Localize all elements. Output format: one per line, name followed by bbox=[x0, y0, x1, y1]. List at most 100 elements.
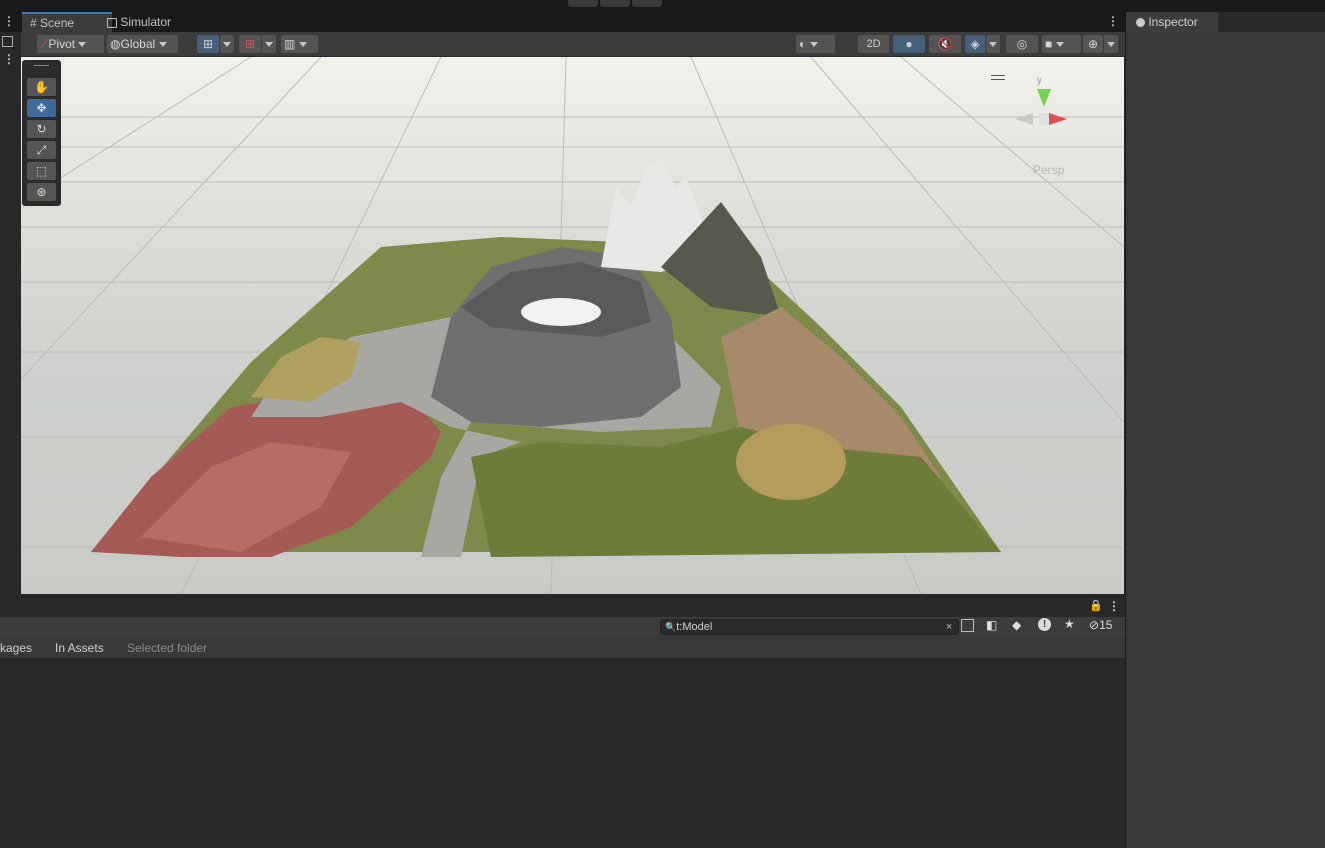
snap-icon: ⊞ bbox=[244, 37, 256, 51]
rect-transform-icon: ⬚ bbox=[35, 164, 48, 178]
search-icon: 🔍 bbox=[665, 622, 677, 632]
info-icon bbox=[1136, 18, 1145, 28]
pivot-label: Pivot bbox=[48, 37, 76, 51]
orientation-gizmo[interactable]: y Persp bbox=[991, 75, 1071, 177]
chevron-down-icon bbox=[265, 42, 273, 48]
step-button[interactable] bbox=[632, 0, 662, 7]
lighting-toggle[interactable]: ● bbox=[893, 35, 925, 53]
move-tool-button[interactable]: ✥ bbox=[27, 99, 56, 117]
draw-mode-dropdown[interactable]: ◐ bbox=[796, 35, 835, 53]
chevron-down-icon bbox=[1107, 42, 1115, 48]
left-strip: ⋮ bbox=[0, 32, 20, 596]
project-tab-bar: 🔒 ⋮ bbox=[0, 596, 1125, 617]
lightbulb-icon: ● bbox=[905, 37, 913, 51]
camera-icon: ■ bbox=[1045, 37, 1053, 51]
tab-inspector[interactable]: Inspector bbox=[1126, 12, 1218, 32]
shading-icon: ◐ bbox=[799, 37, 807, 51]
simulator-icon bbox=[107, 17, 117, 28]
chevron-down-icon bbox=[78, 42, 87, 48]
ruler-dropdown[interactable]: ▥ bbox=[281, 35, 318, 53]
scale-icon: ⤢ bbox=[36, 143, 47, 157]
scope-selected-folder-tab[interactable]: Selected folder bbox=[127, 641, 207, 655]
grid-icon: # bbox=[30, 16, 37, 30]
eye-hidden-icon: ◎ bbox=[1016, 37, 1028, 51]
scale-tool-button[interactable]: ⤢ bbox=[27, 141, 56, 159]
gizmos-dropdown[interactable] bbox=[1104, 35, 1118, 53]
effects-dropdown[interactable] bbox=[986, 35, 1000, 53]
favorite-star-icon[interactable]: ★ bbox=[1064, 617, 1075, 631]
gizmo-handle[interactable] bbox=[991, 75, 1005, 80]
inspector-tab-strip bbox=[1218, 12, 1325, 32]
hand-tool-button[interactable]: ✋ bbox=[27, 78, 56, 96]
transform-tool-button[interactable]: ⊛ bbox=[27, 183, 56, 201]
search-input[interactable]: 🔍t:Model × bbox=[660, 619, 959, 635]
play-button[interactable] bbox=[568, 0, 598, 7]
camera-dropdown[interactable]: ■ bbox=[1042, 35, 1081, 53]
effects-toggle[interactable]: ◈ bbox=[965, 35, 985, 53]
snap-increment-toggle[interactable]: ⊞ bbox=[239, 35, 261, 53]
scope-packages-tab[interactable]: kages bbox=[0, 641, 32, 655]
gizmo-y-axis[interactable] bbox=[1037, 89, 1051, 107]
chevron-down-icon bbox=[158, 42, 167, 48]
hidden-count: 15 bbox=[1099, 618, 1113, 632]
globe-icon: ◍ bbox=[110, 37, 121, 51]
gizmo-globe-icon: ⊕ bbox=[1087, 37, 1099, 51]
pause-button[interactable] bbox=[600, 0, 630, 7]
grid-snap-icon: ⊞ bbox=[202, 37, 214, 51]
tab-inspector-label: Inspector bbox=[1148, 15, 1198, 29]
audio-icon: 🔇 bbox=[937, 37, 953, 51]
chevron-down-icon bbox=[223, 42, 231, 48]
grid-snap-dropdown[interactable] bbox=[220, 35, 234, 53]
search-window-icon[interactable] bbox=[961, 619, 974, 632]
gizmos-toggle[interactable]: ⊕ bbox=[1083, 35, 1103, 53]
maximize-icon[interactable] bbox=[2, 36, 13, 47]
clear-search-icon[interactable]: × bbox=[946, 620, 952, 634]
tab-scene-label: Scene bbox=[40, 16, 75, 30]
grid-snap-toggle[interactable]: ⊞ bbox=[197, 35, 219, 53]
effects-icon: ◈ bbox=[970, 37, 980, 51]
left-menu-icon[interactable]: ⋮ bbox=[3, 52, 15, 66]
tab-simulator[interactable]: Simulator bbox=[99, 12, 179, 32]
transform-icon: ⊛ bbox=[36, 185, 47, 199]
chevron-down-icon bbox=[989, 42, 997, 48]
chevron-down-icon bbox=[298, 42, 307, 48]
filter-type-icon[interactable]: ◧ bbox=[986, 618, 997, 632]
eye-hidden-icon: ⊘ bbox=[1089, 618, 1100, 632]
panel-grip[interactable] bbox=[34, 65, 49, 68]
pivot-dropdown[interactable]: ⟋Pivot bbox=[37, 35, 104, 53]
scope-in-assets-tab[interactable]: In Assets bbox=[55, 641, 104, 655]
panel-menu-icon[interactable]: ⋮ bbox=[3, 14, 15, 28]
gizmo-y-label: y bbox=[1037, 75, 1042, 86]
toggle-2d-button[interactable]: 2D bbox=[858, 35, 889, 53]
rotate-icon: ↻ bbox=[36, 122, 47, 136]
warning-icon[interactable]: ! bbox=[1038, 618, 1051, 631]
project-menu-icon[interactable]: ⋮ bbox=[1108, 599, 1120, 613]
gizmo-z-axis[interactable] bbox=[1015, 113, 1033, 125]
gizmo-view-label[interactable]: Persp bbox=[1033, 163, 1064, 177]
search-scope-bar: kages In Assets Selected folder bbox=[0, 637, 1125, 659]
search-value: t:Model bbox=[676, 621, 713, 633]
filter-label-icon[interactable]: ◆ bbox=[1012, 618, 1021, 632]
scene-options-icon[interactable]: ⋮ bbox=[1107, 14, 1119, 28]
global-label: Global bbox=[120, 37, 156, 51]
lock-icon[interactable]: 🔒 bbox=[1089, 599, 1103, 612]
move-icon: ✥ bbox=[36, 101, 47, 115]
visibility-toggle[interactable]: ◎ bbox=[1006, 35, 1038, 53]
inspector-panel bbox=[1126, 12, 1325, 848]
rotate-tool-button[interactable]: ↻ bbox=[27, 120, 56, 138]
ruler-icon: ▥ bbox=[284, 37, 296, 51]
hidden-packages-toggle[interactable]: ⊘15 bbox=[1089, 618, 1112, 632]
scene-viewport[interactable]: y Persp bbox=[21, 57, 1124, 594]
gizmo-x-axis[interactable] bbox=[1049, 113, 1067, 125]
scene-toolbar: ⟋Pivot ◍Global ⊞ ⊞ ▥ ◐ 2D ● 🔇 ◈ ◎ ■ ⊕ bbox=[21, 32, 1125, 56]
rect-tool-button[interactable]: ⬚ bbox=[27, 162, 56, 180]
playback-controls bbox=[568, 0, 664, 7]
audio-toggle[interactable]: 🔇 bbox=[929, 35, 961, 53]
scene-tab-row: ⋮ # Scene Simulator ⋮ bbox=[0, 12, 1125, 32]
global-dropdown[interactable]: ◍Global bbox=[107, 35, 178, 53]
transform-tool-panel: ✋ ✥ ↻ ⤢ ⬚ ⊛ bbox=[22, 60, 61, 206]
gizmo-center[interactable] bbox=[1039, 113, 1049, 125]
snap-increment-dropdown[interactable] bbox=[262, 35, 276, 53]
chevron-down-icon bbox=[1055, 42, 1064, 48]
chevron-down-icon bbox=[809, 42, 818, 48]
